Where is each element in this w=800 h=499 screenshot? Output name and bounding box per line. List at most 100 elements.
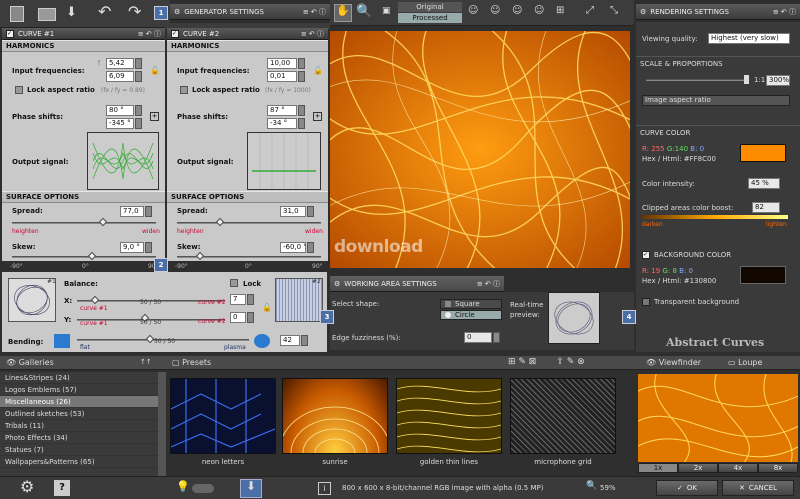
bending-spinner[interactable] — [301, 335, 308, 346]
curve2-spread-field[interactable]: 31,0 — [280, 206, 306, 217]
loupe-title[interactable]: ▭ Loupe — [728, 358, 762, 367]
curve1-checkbox[interactable]: ✓ — [6, 29, 14, 38]
curve1-fx-spinner[interactable] — [135, 58, 142, 69]
balance-x-field[interactable]: 7 — [230, 294, 246, 305]
transparent-checkbox[interactable] — [642, 298, 650, 306]
curve2-py-spinner[interactable] — [298, 118, 305, 129]
hand-icon[interactable]: ✋ — [334, 4, 352, 22]
cancel-button[interactable]: ✕ CANCEL — [722, 480, 794, 496]
curve2-skew-knob[interactable] — [195, 251, 205, 261]
open-folder-icon[interactable] — [38, 8, 56, 21]
shrink-icon[interactable]: ⤡ — [610, 6, 618, 16]
image-icon[interactable]: ▣ — [382, 7, 391, 16]
curve1-spread-knob[interactable] — [98, 217, 108, 227]
bulb-icon[interactable]: 💡 — [176, 481, 190, 492]
info-icon[interactable]: i — [318, 482, 331, 495]
person-icon-3[interactable]: ☺ — [512, 6, 522, 16]
preset-sunrise[interactable] — [278, 378, 392, 499]
balance-x-spinner[interactable] — [247, 294, 254, 305]
curve2-py-field[interactable]: -34 ° — [267, 118, 297, 129]
curve2-skew-field[interactable]: -60,0 ° — [280, 242, 306, 253]
gallery-item[interactable]: Outlined sketches (53) — [0, 408, 158, 420]
balance-lock-checkbox[interactable] — [230, 279, 238, 287]
curve2-spread-knob[interactable] — [215, 217, 225, 227]
bg-color-checkbox[interactable]: ✓ — [642, 251, 650, 259]
person-icon-4[interactable]: ☺ — [534, 6, 544, 16]
plus-icon[interactable]: + — [150, 112, 159, 121]
circle-radio[interactable]: Circle — [440, 310, 502, 320]
zoom-icon[interactable]: 🔍 — [356, 5, 372, 18]
person-icon-1[interactable]: ☺ — [468, 6, 478, 16]
square-radio[interactable]: Square — [440, 299, 502, 309]
help-icon[interactable]: ? — [54, 480, 70, 496]
menu-icon[interactable]: ≡ ↶ ⓘ — [303, 7, 326, 17]
curve1-py-spinner[interactable] — [135, 118, 142, 129]
zoom-8x-button[interactable]: 8x — [758, 463, 798, 473]
working-menu-icon[interactable]: ≡ ↶ ⓘ — [477, 279, 500, 289]
undo-icon[interactable]: ↶ — [98, 4, 111, 20]
edge-fuzz-spinner[interactable] — [493, 332, 500, 343]
download-icon[interactable]: ⬇ — [240, 479, 262, 498]
gallery-item[interactable]: Photo Effects (34) — [0, 432, 158, 444]
bending-knob[interactable] — [145, 334, 155, 344]
bending-field[interactable]: 42 — [280, 335, 300, 346]
ok-button[interactable]: ✓ OK — [656, 480, 718, 496]
settings-gear-icon[interactable]: ⚙ — [20, 479, 34, 495]
fit-icon[interactable]: ⊞ — [556, 6, 564, 16]
new-file-icon[interactable] — [10, 6, 24, 22]
curve1-fx-field[interactable]: 5,42 — [106, 58, 134, 69]
zoom-1x-button[interactable]: 1x — [638, 463, 678, 473]
preset-microphone-grid[interactable] — [510, 378, 616, 454]
curve1-skew-spinner[interactable] — [145, 242, 152, 253]
curve1-fy-field[interactable]: 6,09 — [106, 71, 134, 82]
curve1-px-field[interactable]: 80 ° — [106, 105, 134, 116]
gallery-item[interactable]: Statues (7) — [0, 444, 158, 456]
curve1-skew-knob[interactable] — [87, 251, 97, 261]
curve1-menu-icon[interactable]: ≡ ↶ ⓘ — [138, 29, 161, 39]
processed-toggle[interactable]: Processed — [398, 13, 462, 23]
curve1-px-spinner[interactable] — [135, 105, 142, 116]
original-toggle[interactable]: Original — [398, 2, 462, 12]
curve2-menu-icon[interactable]: ≡ ↶ ⓘ — [301, 29, 324, 39]
save-icon[interactable]: ⬇ — [66, 6, 77, 19]
curve1-spread-slider[interactable] — [12, 222, 156, 224]
curve2-spread-slider[interactable] — [177, 222, 321, 224]
curve1-lock-checkbox[interactable] — [15, 86, 23, 94]
balance-y-field[interactable]: 0 — [230, 312, 246, 323]
quality-select[interactable]: Highest (very slow) — [708, 33, 790, 44]
rendering-menu-icon[interactable]: ≡ ↶ ⓘ — [773, 7, 796, 17]
preset-neon-letters[interactable] — [170, 378, 276, 454]
curve1-spread-field[interactable]: 77,0 — [120, 206, 144, 217]
curve2-plus-icon[interactable]: + — [313, 112, 322, 121]
bg-color-swatch[interactable] — [740, 266, 786, 284]
curve2-fx-field[interactable]: 10,00 — [267, 58, 297, 69]
curve-color-swatch[interactable] — [740, 144, 786, 162]
presets-tools[interactable]: ⊞ ✎ ⊠ ⇧ ✎ ⊗ — [508, 357, 585, 367]
galleries-scrollbar[interactable] — [158, 372, 166, 476]
scale-knob[interactable] — [744, 75, 749, 84]
curve2-lock-checkbox[interactable] — [180, 86, 188, 94]
intensity-field[interactable]: 45 % — [748, 178, 780, 189]
curve2-checkbox[interactable]: ✓ — [171, 29, 179, 38]
gallery-item[interactable]: Logos Emblems (57) — [0, 384, 158, 396]
curve1-spread-spinner[interactable] — [145, 206, 152, 217]
curve1-skew-slider[interactable] — [12, 256, 156, 258]
curve2-px-spinner[interactable] — [298, 105, 305, 116]
gallery-item[interactable]: Lines&Stripes (24) — [0, 372, 158, 384]
clipped-field[interactable]: 82 — [752, 202, 780, 213]
viewfinder-image[interactable] — [638, 374, 798, 462]
curve2-fy-spinner[interactable] — [298, 71, 305, 82]
person-icon-2[interactable]: ☺ — [490, 6, 500, 16]
gallery-item[interactable]: Tribals (11) — [0, 420, 158, 432]
gallery-item[interactable]: Wallpapers&Patterns (65) — [0, 456, 158, 468]
expand-icon[interactable]: ⤢ — [586, 6, 594, 16]
curve1-fy-spinner[interactable] — [135, 71, 142, 82]
balance-lock-icon[interactable]: 🔓 — [262, 303, 272, 312]
lock-icon[interactable]: 🔓 — [150, 66, 160, 75]
edge-fuzz-field[interactable]: 0 — [464, 332, 492, 343]
curve2-fy-field[interactable]: 0,01 — [267, 71, 297, 82]
zoom-field[interactable]: 300% — [766, 75, 790, 86]
balance-y-spinner[interactable] — [247, 312, 254, 323]
redo-icon[interactable]: ↷ — [128, 4, 141, 20]
scale-slider[interactable] — [646, 79, 746, 81]
